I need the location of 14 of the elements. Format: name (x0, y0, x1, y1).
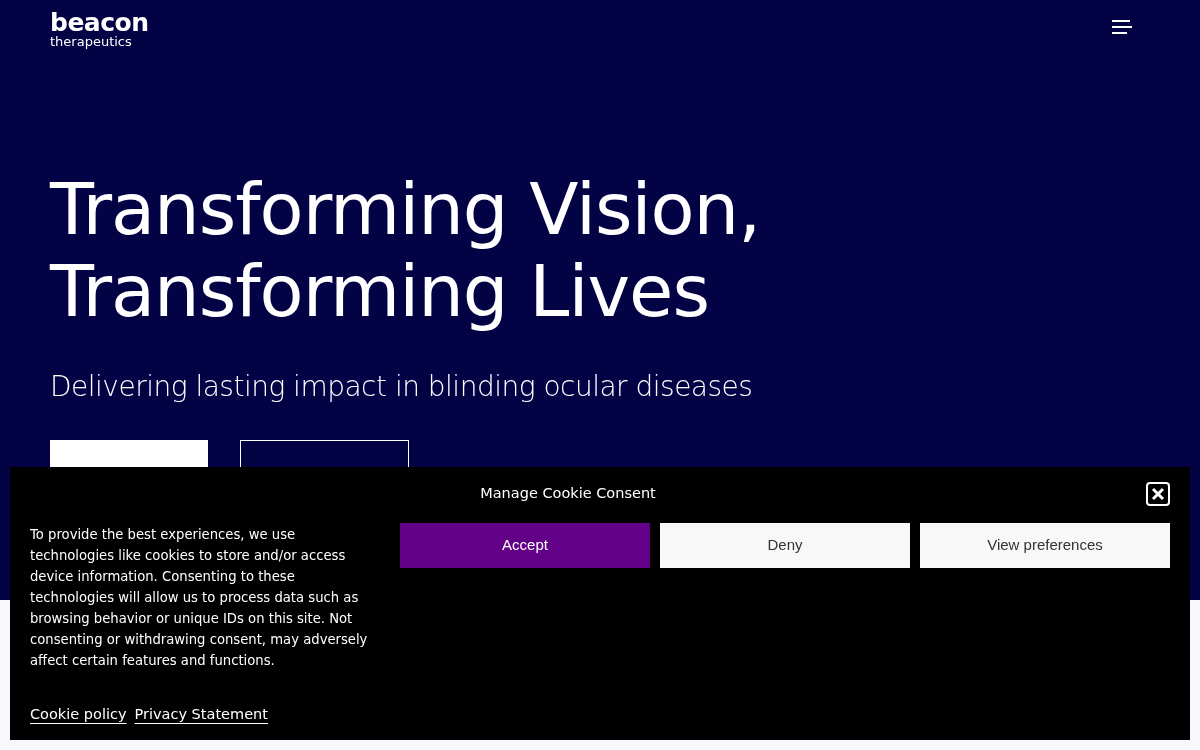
logo-tagline: therapeutics (50, 35, 133, 48)
primary-button[interactable] (50, 440, 208, 468)
deny-button[interactable]: Deny (660, 523, 910, 568)
hero-heading: Transforming Vision, Transforming Lives (50, 168, 762, 332)
logo-wordmark[interactable]: beacon (50, 10, 149, 35)
banner-title: Manage Cookie Consent (480, 484, 656, 504)
hero-subheading: Delivering lasting impact in blinding ocular diseases (50, 369, 754, 405)
cookie-policy-link[interactable]: Cookie policy (30, 704, 127, 726)
close-icon[interactable] (1146, 482, 1170, 506)
privacy-link[interactable]: Privacy Statement (134, 704, 268, 726)
consent-message: To provide the best experiences, we use technologies like cookies to store and/or access device information. Consenting to these technologies will allow us to process data such as browsing behavior or unique IDs on this site. Not consenting or withdrawing consent, may adversely affect certain features and functions. (30, 526, 369, 670)
accept-button[interactable]: Accept (400, 523, 650, 568)
preferences-button[interactable]: View preferences (920, 523, 1170, 568)
menu-icon[interactable] (1112, 20, 1132, 34)
